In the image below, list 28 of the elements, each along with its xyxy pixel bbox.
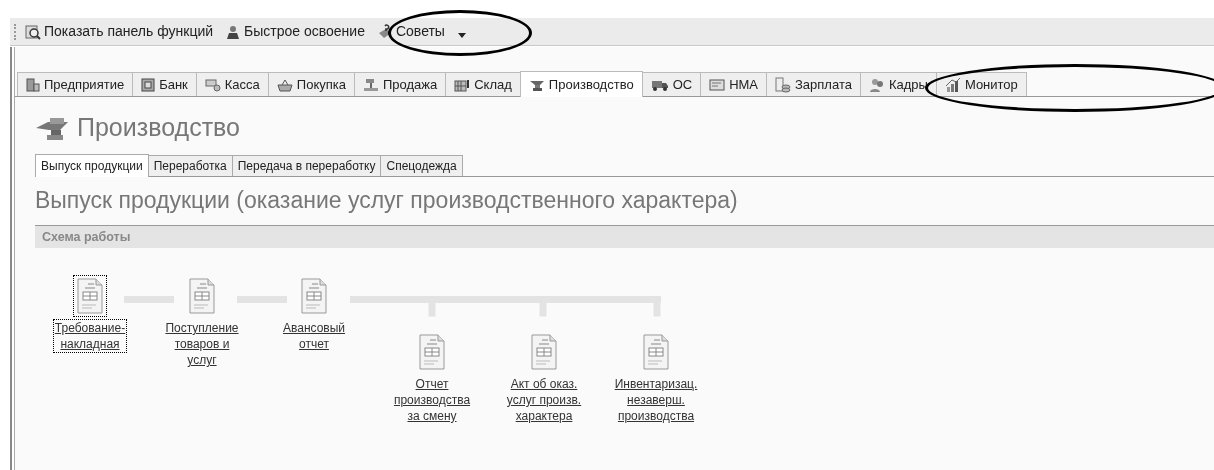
section-tab[interactable]: ОС: [641, 72, 702, 96]
toolbar-button[interactable]: Показать панель функций: [25, 21, 214, 42]
subtab[interactable]: Спецодежда: [380, 154, 463, 176]
section-tab[interactable]: Склад: [445, 72, 521, 96]
document-link[interactable]: Акт об оказ. услуг произв. характера: [505, 376, 583, 424]
section-tab[interactable]: Кадры: [859, 72, 937, 96]
page-title: Производство: [77, 112, 240, 143]
section-tab[interactable]: Предприятие: [17, 72, 134, 96]
document-link[interactable]: Отчет производства за смену: [392, 376, 472, 424]
subtab[interactable]: Передача в переработку: [231, 154, 382, 176]
document-link[interactable]: Авансовый отчет: [281, 320, 347, 352]
document-link[interactable]: Инвентаризац. незаверш. производства: [613, 376, 699, 424]
section-tab[interactable]: Банк: [132, 72, 197, 96]
section-tab[interactable]: Покупка: [267, 72, 355, 96]
document-link[interactable]: Требование- накладная: [53, 320, 127, 352]
document-link[interactable]: Поступление товаров и услуг: [164, 320, 240, 368]
section-tab[interactable]: Монитор: [935, 72, 1027, 96]
section-tab[interactable]: Продажа: [353, 72, 447, 96]
section-tab[interactable]: Зарплата: [766, 72, 861, 96]
section-heading: Выпуск продукции (оказание услуг производственного характера): [35, 185, 739, 215]
section-tab[interactable]: НМА: [700, 72, 767, 96]
section-tab[interactable]: Касса: [195, 72, 269, 96]
toolbar-button[interactable]: Советы: [376, 21, 466, 42]
section-tab[interactable]: Производство: [519, 71, 643, 97]
subtab[interactable]: Выпуск продукции: [35, 153, 149, 177]
scheme-header: Схема работы: [35, 225, 1214, 248]
subtab[interactable]: Переработка: [147, 154, 233, 176]
toolbar-button[interactable]: Быстрое освоение: [225, 21, 365, 42]
